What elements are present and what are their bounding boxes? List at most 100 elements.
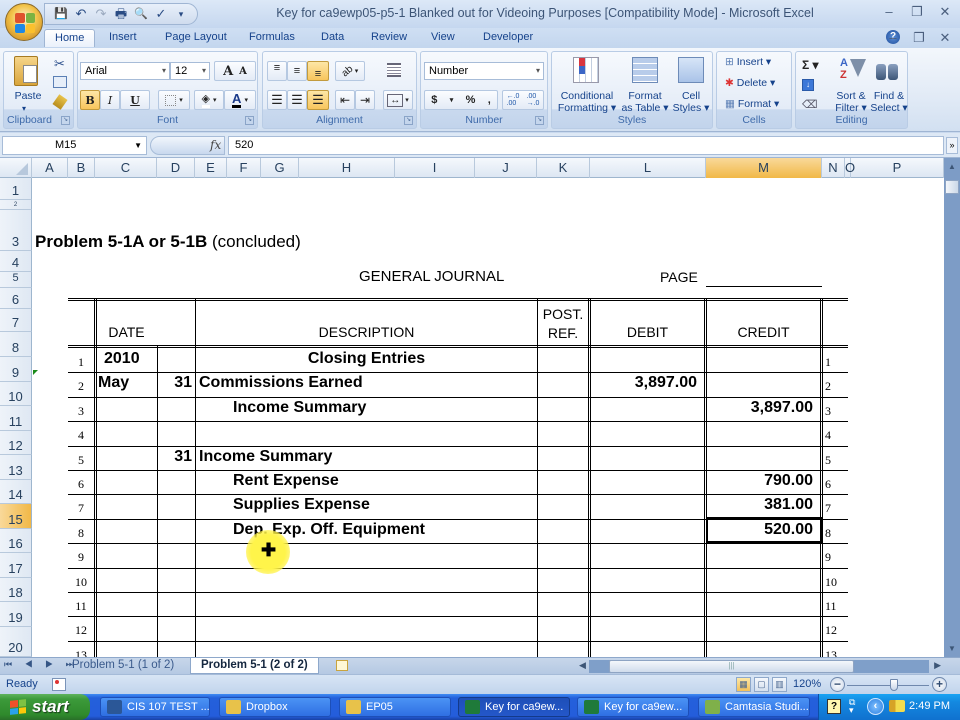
date-month-cell[interactable]: May: [98, 374, 129, 392]
row-header-6[interactable]: 6: [0, 288, 32, 309]
column-header-e[interactable]: E: [195, 158, 227, 178]
redo-icon[interactable]: ↷: [93, 6, 109, 22]
insert-cells-button[interactable]: ⊞ Insert ▾: [725, 56, 771, 68]
row-header-12[interactable]: 12: [0, 431, 32, 455]
conditional-formatting-button[interactable]: Conditional Formatting ▾: [554, 90, 620, 114]
align-center-button[interactable]: ☰: [287, 90, 307, 110]
percent-button[interactable]: %: [466, 94, 476, 106]
zoom-level[interactable]: 120%: [793, 678, 821, 690]
column-header-p[interactable]: P: [851, 158, 944, 178]
tab-view[interactable]: View: [431, 31, 455, 43]
delete-cells-button[interactable]: ✱ Delete ▾: [725, 77, 775, 89]
print-icon[interactable]: 🖶: [113, 6, 129, 22]
tab-insert[interactable]: Insert: [109, 31, 137, 43]
align-right-button[interactable]: ☰: [307, 90, 329, 110]
comma-button[interactable]: ,: [488, 94, 491, 106]
row-header-2[interactable]: 2: [0, 200, 32, 210]
clipboard-launcher-icon[interactable]: ↘: [61, 116, 70, 125]
doc-restore-button[interactable]: ❐: [912, 30, 926, 46]
active-cell-selection[interactable]: [706, 517, 822, 543]
date-day-cell[interactable]: 31: [157, 374, 192, 392]
print-preview-icon[interactable]: 🔍: [133, 6, 149, 22]
align-top-button[interactable]: ≡: [267, 61, 287, 81]
taskbar-item-6[interactable]: Camtasia Studi...: [698, 697, 810, 717]
column-header-k[interactable]: K: [537, 158, 590, 178]
column-header-g[interactable]: G: [261, 158, 299, 178]
copy-icon[interactable]: [53, 76, 67, 88]
horizontal-scroll-thumb[interactable]: |||: [609, 660, 854, 673]
row-header-4[interactable]: 4: [0, 251, 32, 272]
scroll-down-icon[interactable]: ▼: [944, 644, 960, 653]
taskbar-item-4[interactable]: Key for ca9ew...: [458, 697, 570, 717]
record-macro-icon[interactable]: [52, 678, 66, 691]
underline-button[interactable]: U: [120, 90, 150, 110]
save-icon[interactable]: 💾: [53, 6, 69, 22]
column-header-m[interactable]: M: [706, 158, 822, 178]
network-tray-icon[interactable]: ⧉ ▾: [849, 698, 855, 715]
format-as-table-button[interactable]: Format as Table ▾: [619, 90, 671, 114]
column-header-a[interactable]: A: [32, 158, 68, 178]
spelling-icon[interactable]: ✓: [153, 6, 169, 22]
office-button[interactable]: [5, 3, 43, 41]
format-cells-button[interactable]: ▦ Format ▾: [725, 98, 779, 110]
description-cell[interactable]: Commissions Earned: [199, 374, 363, 392]
column-header-c[interactable]: C: [95, 158, 157, 178]
page-layout-view-icon[interactable]: ▢: [754, 677, 769, 692]
format-painter-icon[interactable]: [52, 94, 68, 110]
formula-input[interactable]: 520: [228, 136, 944, 155]
description-cell[interactable]: Income Summary: [233, 399, 366, 417]
description-cell[interactable]: Income Summary: [199, 448, 332, 466]
vertical-scrollbar[interactable]: ▲ ▼: [944, 158, 960, 657]
bold-button[interactable]: B: [80, 90, 100, 110]
alignment-launcher-icon[interactable]: ↘: [404, 116, 413, 125]
description-cell[interactable]: Supplies Expense: [233, 496, 370, 514]
scroll-up-icon[interactable]: ▲: [944, 162, 960, 171]
column-header-f[interactable]: F: [227, 158, 261, 178]
row-header-8[interactable]: 8: [0, 332, 32, 357]
camtasia-recorder-tray-icon[interactable]: [889, 700, 905, 712]
column-header-l[interactable]: L: [590, 158, 706, 178]
align-middle-button[interactable]: ≡: [287, 61, 307, 81]
expand-formula-bar-icon[interactable]: »: [946, 137, 958, 154]
orientation-button[interactable]: ab ▾: [335, 61, 365, 81]
tab-home[interactable]: Home: [44, 29, 96, 47]
tab-developer[interactable]: Developer: [483, 31, 533, 43]
row-header-15[interactable]: 15: [0, 504, 32, 529]
vertical-scroll-thumb[interactable]: [945, 180, 959, 194]
row-header-20[interactable]: 20: [0, 627, 32, 657]
row-header-1[interactable]: 1: [0, 178, 32, 200]
font-size-combo[interactable]: 12 ▾: [170, 62, 210, 80]
increase-indent-button[interactable]: ⇥: [355, 90, 375, 110]
description-cell[interactable]: Rent Expense: [233, 472, 339, 490]
undo-icon[interactable]: ↶: [73, 6, 89, 22]
close-button[interactable]: ✕: [938, 4, 952, 20]
restore-button[interactable]: ❐: [910, 4, 924, 20]
column-header-h[interactable]: H: [299, 158, 395, 178]
column-header-j[interactable]: J: [475, 158, 537, 178]
row-header-17[interactable]: 17: [0, 553, 32, 578]
number-launcher-icon[interactable]: ↘: [535, 116, 544, 125]
align-bottom-button[interactable]: ≡: [307, 61, 329, 81]
name-box[interactable]: M15 ▼: [2, 136, 147, 155]
taskbar-item-5[interactable]: Key for ca9ew...: [577, 697, 689, 717]
row-header-9[interactable]: 9: [0, 357, 32, 382]
row-header-5[interactable]: 5: [0, 272, 32, 288]
row-header-7[interactable]: 7: [0, 309, 32, 332]
row-header-13[interactable]: 13: [0, 455, 32, 480]
row-header-16[interactable]: 16: [0, 529, 32, 553]
column-header-n[interactable]: N: [822, 158, 845, 178]
row-header-19[interactable]: 19: [0, 602, 32, 627]
paste-button[interactable]: Paste: [10, 90, 46, 102]
increase-decimal-icon[interactable]: ←.0.00: [507, 93, 520, 107]
number-format-combo[interactable]: Number ▾: [424, 62, 544, 80]
row-header-18[interactable]: 18: [0, 578, 32, 602]
description-cell[interactable]: Closing Entries: [196, 350, 537, 368]
autosum-button[interactable]: Σ ▾: [802, 58, 819, 72]
tab-data[interactable]: Data: [321, 31, 344, 43]
help-tray-icon[interactable]: ?: [827, 699, 841, 714]
wrap-text-icon[interactable]: [387, 63, 401, 77]
debit-cell[interactable]: 3,897.00: [590, 374, 697, 392]
sheet-tab-problem-5-1-1-of-2[interactable]: Problem 5-1 (1 of 2): [62, 658, 184, 674]
scroll-left-icon[interactable]: ◀: [579, 660, 586, 671]
taskbar-item-1[interactable]: CIS 107 TEST ...: [100, 697, 210, 717]
